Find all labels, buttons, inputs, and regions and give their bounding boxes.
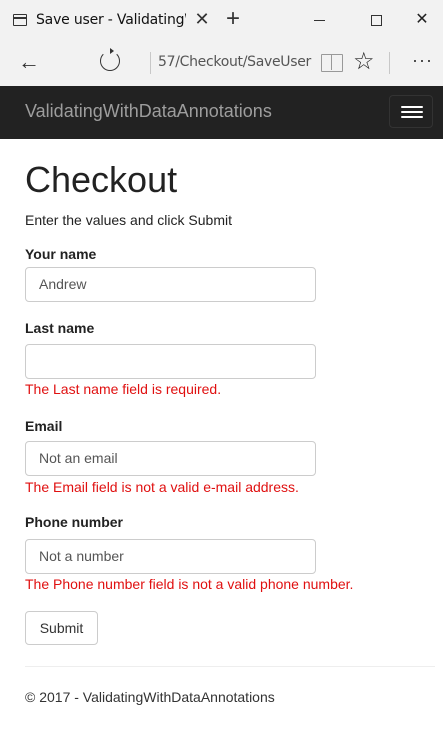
brand-link[interactable]: ValidatingWithDataAnnotations [25,101,272,122]
hamburger-icon [401,116,423,118]
submit-button[interactable]: Submit [25,611,98,645]
phone-number-input[interactable]: Not a number [25,539,316,574]
last-name-label: Last name [25,320,95,336]
url-field[interactable]: 57/Checkout/SaveUser [158,54,311,70]
browser-tab-bar: Save user - ValidatingW ✕ + ✕ [0,0,443,41]
footer-text: © 2017 - ValidatingWithDataAnnotations [25,689,275,705]
page-icon [13,14,27,26]
reading-view-icon[interactable] [321,54,343,72]
hamburger-icon [401,106,423,108]
your-name-label: Your name [25,246,97,262]
divider [25,666,435,667]
browser-tab[interactable]: Save user - ValidatingW ✕ [0,0,218,41]
your-name-input[interactable]: Andrew [25,267,316,302]
divider [389,52,390,74]
minimize-button[interactable] [308,8,332,32]
hamburger-icon [401,111,423,113]
refresh-icon[interactable] [100,48,120,71]
new-tab-button[interactable]: + [222,6,244,32]
tab-title: Save user - ValidatingW [36,12,186,28]
last-name-input[interactable] [25,344,316,379]
phone-number-label: Phone number [25,514,124,530]
back-arrow-icon[interactable]: ← [18,50,42,74]
site-navbar: ValidatingWithDataAnnotations [0,86,443,139]
divider [150,52,151,74]
last-name-error: The Last name field is required. [25,381,222,397]
more-options-icon[interactable]: ··· [412,50,433,71]
window-close-button[interactable]: ✕ [410,8,434,32]
phone-number-error: The Phone number field is not a valid ph… [25,576,354,592]
favorite-star-icon[interactable]: ☆ [353,48,375,76]
tab-close-icon[interactable]: ✕ [193,9,211,29]
email-input[interactable]: Not an email [25,441,316,476]
email-label: Email [25,418,63,434]
page-title: Checkout [25,159,178,200]
email-error: The Email field is not a valid e-mail ad… [25,479,299,495]
maximize-button[interactable] [364,8,388,32]
menu-toggle-button[interactable] [389,95,433,128]
address-bar: ← 57/Checkout/SaveUser ☆ ··· [0,41,443,86]
instructions-text: Enter the values and click Submit [25,212,232,228]
